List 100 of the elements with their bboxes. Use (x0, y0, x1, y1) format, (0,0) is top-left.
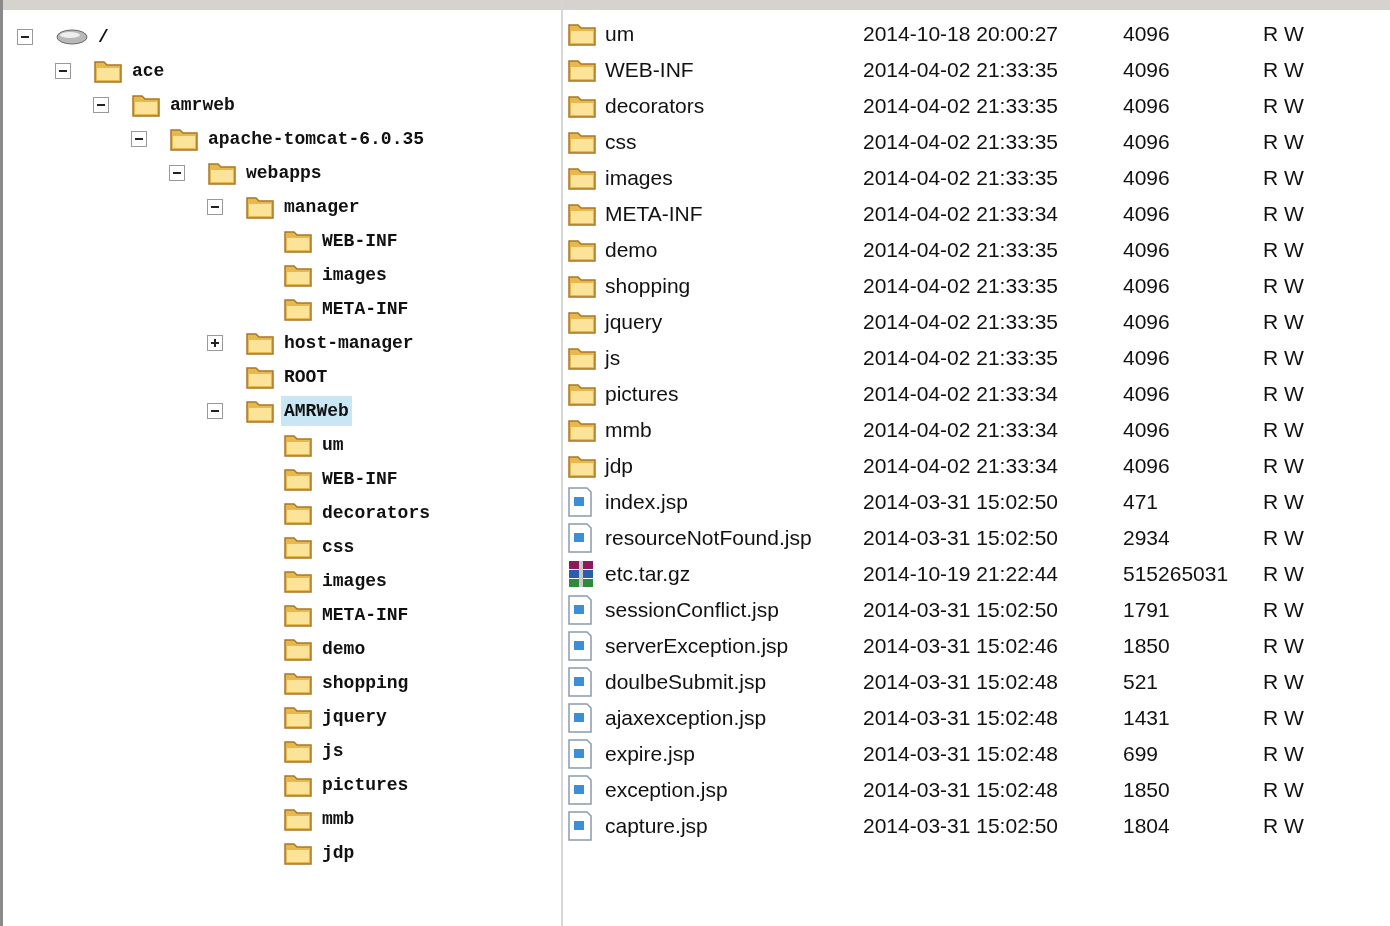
modified-date: 2014-03-31 15:02:50 (863, 490, 1058, 514)
tree-item[interactable]: decorators (319, 498, 434, 528)
file-name: jdp (605, 454, 634, 478)
access-rights: R W (1263, 310, 1304, 334)
collapse-toggle[interactable] (207, 403, 223, 419)
folder-icon (567, 237, 597, 263)
tree-item[interactable]: AMRWeb (281, 396, 352, 426)
folder-icon (283, 636, 313, 662)
file-name: pictures (605, 382, 679, 406)
modified-date: 2014-03-31 15:02:48 (863, 742, 1058, 766)
modified-date: 2014-04-02 21:33:35 (863, 238, 1058, 262)
document-icon (567, 811, 593, 841)
file-size: 1850 (1123, 778, 1170, 802)
expand-toggle[interactable] (207, 335, 223, 351)
folder-icon (567, 57, 597, 83)
modified-date: 2014-04-02 21:33:34 (863, 382, 1058, 406)
access-rights: R W (1263, 166, 1304, 190)
tree-item[interactable]: host-manager (281, 328, 417, 358)
modified-date: 2014-04-02 21:33:35 (863, 58, 1058, 82)
tree-item[interactable]: pictures (319, 770, 412, 800)
folder-icon (567, 309, 597, 335)
document-icon (567, 631, 593, 661)
tree-item[interactable]: apache-tomcat-6.0.35 (205, 124, 428, 154)
access-rights: R W (1263, 598, 1304, 622)
file-name: exception.jsp (605, 778, 728, 802)
collapse-toggle[interactable] (93, 97, 109, 113)
tree-item[interactable]: js (319, 736, 347, 766)
modified-date: 2014-04-02 21:33:35 (863, 310, 1058, 334)
tree-item[interactable]: webapps (243, 158, 325, 188)
document-icon (567, 739, 593, 769)
file-size: 4096 (1123, 418, 1170, 442)
modified-date: 2014-04-02 21:33:35 (863, 274, 1058, 298)
minus-icon (211, 206, 219, 208)
tree-item[interactable]: ROOT (281, 362, 331, 392)
minus-icon (135, 138, 143, 140)
folder-icon (207, 160, 237, 186)
folder-icon (567, 453, 597, 479)
access-rights: R W (1263, 490, 1304, 514)
file-name: decorators (605, 94, 705, 118)
tree-item[interactable]: jquery (319, 702, 390, 732)
drive-icon (55, 27, 89, 47)
document-icon (567, 703, 593, 733)
collapse-toggle[interactable] (55, 63, 71, 79)
tree-item[interactable]: META-INF (319, 294, 412, 324)
file-size: 471 (1123, 490, 1159, 514)
file-size: 4096 (1123, 94, 1170, 118)
folder-icon (283, 704, 313, 730)
folder-icon (283, 432, 313, 458)
tree-item[interactable]: css (319, 532, 358, 562)
tree-item[interactable]: amrweb (167, 90, 238, 120)
collapse-toggle[interactable] (17, 29, 33, 45)
collapse-toggle[interactable] (169, 165, 185, 181)
file-size: 521 (1123, 670, 1159, 694)
tree-item[interactable]: manager (281, 192, 363, 222)
modified-date: 2014-04-02 21:33:35 (863, 94, 1058, 118)
tree-item[interactable]: ace (129, 56, 168, 86)
file-name: um (605, 22, 635, 46)
tree-item[interactable]: shopping (319, 668, 412, 698)
access-rights: R W (1263, 706, 1304, 730)
tree-item[interactable]: WEB-INF (319, 464, 401, 494)
folder-icon (283, 840, 313, 866)
tree-item[interactable]: demo (319, 634, 369, 664)
file-size: 4096 (1123, 130, 1170, 154)
folder-icon (567, 417, 597, 443)
folder-icon (567, 93, 597, 119)
file-name: js (605, 346, 621, 370)
minus-icon (211, 410, 219, 412)
access-rights: R W (1263, 814, 1304, 838)
modified-date: 2014-04-02 21:33:35 (863, 130, 1058, 154)
file-size: 1791 (1123, 598, 1170, 622)
document-icon (567, 523, 593, 553)
modified-date: 2014-10-19 21:22:44 (863, 562, 1058, 586)
minus-icon (21, 36, 29, 38)
collapse-toggle[interactable] (207, 199, 223, 215)
file-name: ajaxexception.jsp (605, 706, 767, 730)
tree-item[interactable]: images (319, 566, 390, 596)
file-size: 2934 (1123, 526, 1170, 550)
folder-icon (283, 670, 313, 696)
minus-icon (173, 172, 181, 174)
tree-item[interactable]: um (319, 430, 347, 460)
collapse-toggle[interactable] (131, 131, 147, 147)
tree-item[interactable]: mmb (319, 804, 358, 834)
access-rights: R W (1263, 526, 1304, 550)
file-size: 1431 (1123, 706, 1170, 730)
folder-icon (245, 330, 275, 356)
modified-date: 2014-03-31 15:02:48 (863, 778, 1058, 802)
folder-icon (245, 194, 275, 220)
folder-icon (567, 21, 597, 47)
tree-item[interactable]: META-INF (319, 600, 412, 630)
tree-item[interactable]: / (95, 22, 112, 52)
folder-icon (93, 58, 123, 84)
access-rights: R W (1263, 670, 1304, 694)
file-name: mmb (605, 418, 652, 442)
file-name: expire.jsp (605, 742, 695, 766)
file-size: 4096 (1123, 202, 1170, 226)
tree-item[interactable]: images (319, 260, 390, 290)
tree-item[interactable]: WEB-INF (319, 226, 401, 256)
file-size: 1804 (1123, 814, 1170, 838)
access-rights: R W (1263, 22, 1304, 46)
tree-item[interactable]: jdp (319, 838, 358, 868)
